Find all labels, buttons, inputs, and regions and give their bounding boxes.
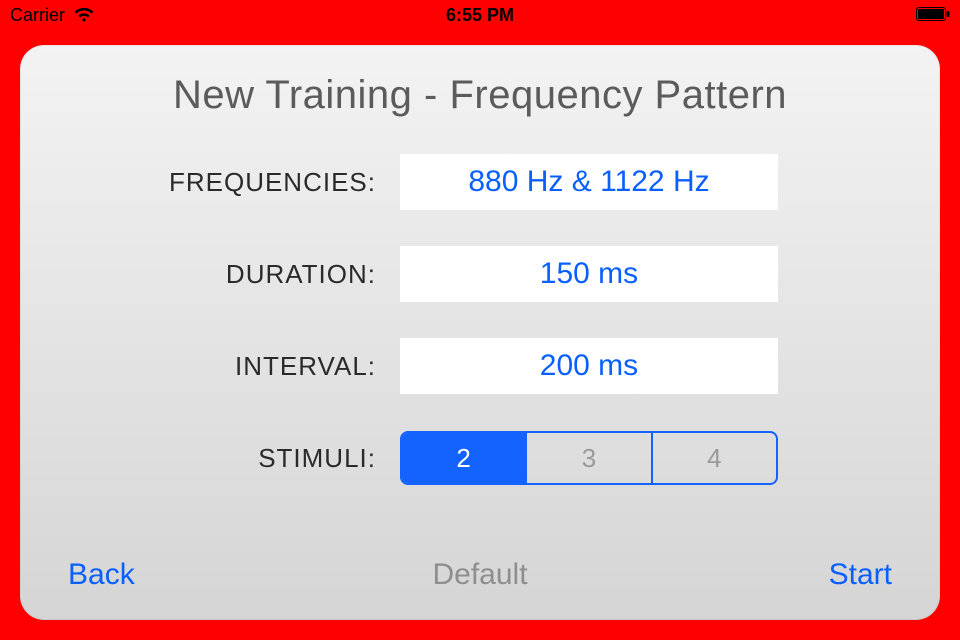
label-duration: DURATION:	[60, 259, 400, 290]
field-duration[interactable]: 150 ms	[400, 246, 778, 302]
stimuli-option-2[interactable]: 2	[402, 433, 525, 483]
default-button[interactable]: Default	[432, 558, 527, 591]
field-interval[interactable]: 200 ms	[400, 338, 778, 394]
back-button[interactable]: Back	[68, 558, 135, 592]
carrier-label: Carrier	[10, 5, 65, 26]
status-left: Carrier	[10, 5, 95, 26]
row-duration: DURATION: 150 ms	[60, 246, 900, 302]
wifi-icon	[73, 7, 95, 23]
settings-form: FREQUENCIES: 880 Hz & 1122 Hz DURATION: …	[20, 154, 940, 486]
row-interval: INTERVAL: 200 ms	[60, 338, 900, 394]
label-interval: INTERVAL:	[60, 351, 400, 382]
stimuli-segmented: 2 3 4	[400, 431, 778, 485]
field-frequencies[interactable]: 880 Hz & 1122 Hz	[400, 154, 778, 210]
battery-icon	[916, 5, 950, 26]
status-bar: Carrier 6:55 PM	[0, 0, 960, 30]
row-frequencies: FREQUENCIES: 880 Hz & 1122 Hz	[60, 154, 900, 210]
page-title: New Training - Frequency Pattern	[20, 73, 940, 118]
stimuli-option-3[interactable]: 3	[525, 433, 650, 483]
toolbar-center: Default	[20, 558, 940, 592]
label-stimuli: STIMULI:	[60, 443, 400, 474]
status-right	[916, 5, 950, 26]
stimuli-option-4[interactable]: 4	[651, 433, 776, 483]
start-button[interactable]: Start	[829, 558, 892, 592]
bottom-toolbar: Back Default Start	[20, 540, 940, 620]
label-frequencies: FREQUENCIES:	[60, 167, 400, 198]
status-time: 6:55 PM	[0, 5, 960, 26]
settings-card: New Training - Frequency Pattern FREQUEN…	[20, 45, 940, 620]
row-stimuli: STIMULI: 2 3 4	[60, 430, 900, 486]
